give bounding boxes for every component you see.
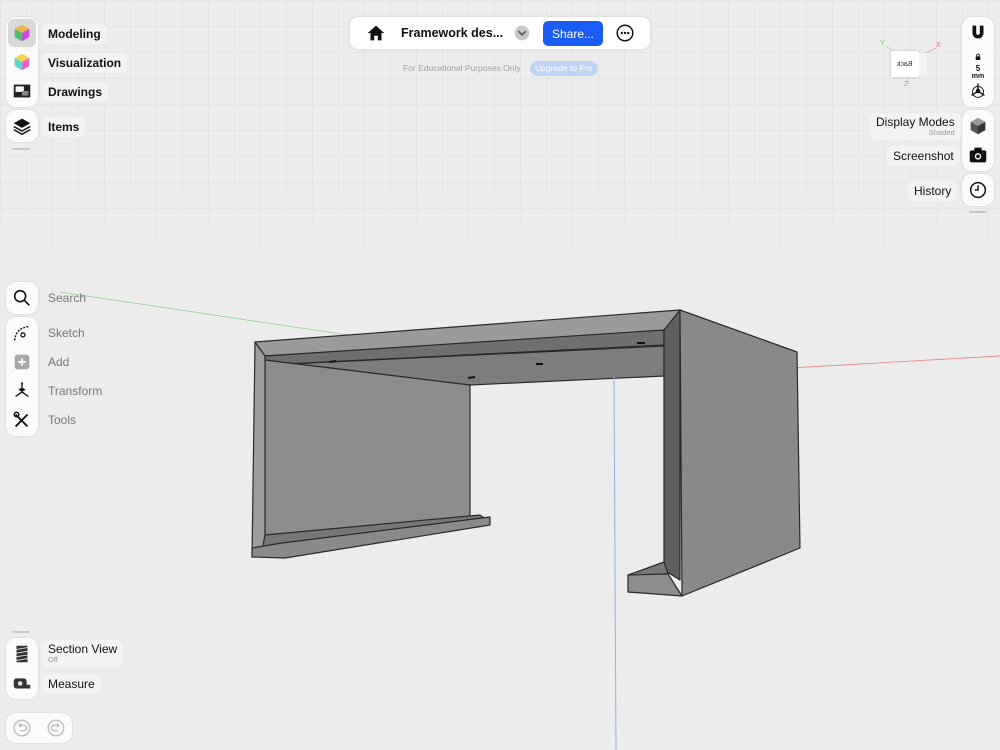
- color-cube-icon: [14, 53, 30, 71]
- view-cube[interactable]: Back X Y Z: [878, 40, 942, 92]
- axis-x-label: X: [936, 42, 941, 49]
- drawings-label[interactable]: Drawings: [42, 82, 109, 102]
- screenshot-label[interactable]: Screenshot: [887, 146, 960, 166]
- more-options-button[interactable]: [611, 19, 639, 47]
- axis-z-label: Z: [904, 81, 909, 88]
- transform-tool-button[interactable]: [8, 377, 36, 405]
- share-button[interactable]: Share...: [543, 21, 603, 46]
- history-panel: [962, 174, 994, 206]
- transform-axes-icon: [15, 381, 29, 398]
- sketch-label[interactable]: Sketch: [42, 323, 91, 343]
- section-view-title: Section View: [48, 642, 118, 656]
- layers-icon: [13, 118, 31, 136]
- section-view-button[interactable]: [8, 640, 36, 668]
- home-button[interactable]: [362, 19, 390, 47]
- measure-label[interactable]: Measure: [42, 674, 101, 694]
- undo-icon: [13, 719, 31, 737]
- view-cube-face-label: Back: [897, 60, 913, 68]
- clock-icon: [969, 181, 987, 199]
- modeling-workspace-button[interactable]: [8, 19, 36, 47]
- title-dropdown-button[interactable]: [508, 19, 536, 47]
- wrench-screwdriver-icon: [13, 411, 29, 428]
- sketch-arc-icon: [13, 325, 29, 341]
- search-icon: [13, 289, 30, 306]
- toolbar-divider: [969, 211, 987, 213]
- items-label[interactable]: Items: [42, 117, 86, 137]
- display-modes-label[interactable]: Display Modes Shaded: [870, 113, 961, 140]
- drawings-workspace-button[interactable]: [8, 77, 36, 105]
- transform-label[interactable]: Transform: [42, 381, 108, 401]
- document-title-bar: Framework des... Share...: [350, 17, 650, 49]
- education-notice: For Educational Purposes Only: [403, 63, 521, 73]
- snap-toggle-button[interactable]: [964, 19, 992, 47]
- cube-icon: [14, 24, 30, 42]
- add-tool-button[interactable]: [8, 348, 36, 376]
- magnet-icon: [972, 25, 984, 39]
- home-icon: [367, 25, 385, 41]
- chevron-down-icon: [514, 25, 530, 41]
- view-cube-face[interactable]: Back: [891, 51, 919, 77]
- tools-label[interactable]: Tools: [42, 410, 82, 430]
- shaded-cube-icon: [970, 117, 986, 135]
- section-view-label[interactable]: Section View Off: [42, 640, 124, 667]
- screenshot-button[interactable]: [964, 141, 992, 169]
- snap-increment[interactable]: 5 mm: [962, 49, 994, 80]
- lock-icon: [975, 53, 981, 60]
- tools-tool-button[interactable]: [8, 406, 36, 434]
- visualization-label[interactable]: Visualization: [42, 53, 128, 73]
- items-button[interactable]: [8, 112, 36, 140]
- search-panel: [6, 282, 38, 314]
- history-label[interactable]: History: [908, 181, 958, 201]
- axis-y-label: Y: [880, 40, 885, 47]
- modeling-label[interactable]: Modeling: [42, 24, 107, 44]
- display-modes-state: Shaded: [928, 128, 955, 137]
- 3d-viewport[interactable]: [0, 0, 1000, 750]
- document-title[interactable]: Framework des...: [401, 26, 503, 40]
- view-panel: [962, 110, 994, 171]
- upgrade-button[interactable]: Upgrade to Pro: [530, 61, 598, 76]
- snap-panel: 5 mm: [962, 17, 994, 107]
- items-panel: [6, 110, 38, 142]
- drawing-sheet-icon: [13, 84, 31, 98]
- redo-button[interactable]: [42, 714, 70, 742]
- section-cut-icon: [16, 645, 28, 663]
- inspect-panel: [6, 638, 38, 699]
- snap-value: 5: [975, 64, 981, 73]
- redo-icon: [47, 719, 65, 737]
- view-cube-side[interactable]: [919, 53, 927, 75]
- pivot-button[interactable]: [964, 77, 992, 105]
- display-modes-title: Display Modes: [876, 115, 955, 129]
- tape-measure-icon: [13, 678, 31, 689]
- sketch-tool-button[interactable]: [8, 319, 36, 347]
- undo-redo-panel: [6, 713, 72, 743]
- add-label[interactable]: Add: [42, 352, 75, 372]
- section-view-state: Off: [48, 655, 58, 664]
- toolbar-divider: [12, 631, 30, 633]
- tools-panel: [6, 317, 38, 436]
- toolbar-divider: [12, 148, 30, 150]
- plus-box-icon: [14, 354, 30, 370]
- axes-gizmo-icon: [971, 83, 985, 98]
- workspace-panel: [6, 17, 38, 107]
- ellipsis-icon: [616, 24, 634, 42]
- visualization-workspace-button[interactable]: [8, 48, 36, 76]
- search-button[interactable]: [8, 284, 36, 312]
- display-modes-button[interactable]: [964, 112, 992, 140]
- history-button[interactable]: [964, 176, 992, 204]
- undo-button[interactable]: [8, 714, 36, 742]
- measure-button[interactable]: [8, 669, 36, 697]
- search-label[interactable]: Search: [42, 288, 92, 308]
- camera-icon: [969, 147, 987, 163]
